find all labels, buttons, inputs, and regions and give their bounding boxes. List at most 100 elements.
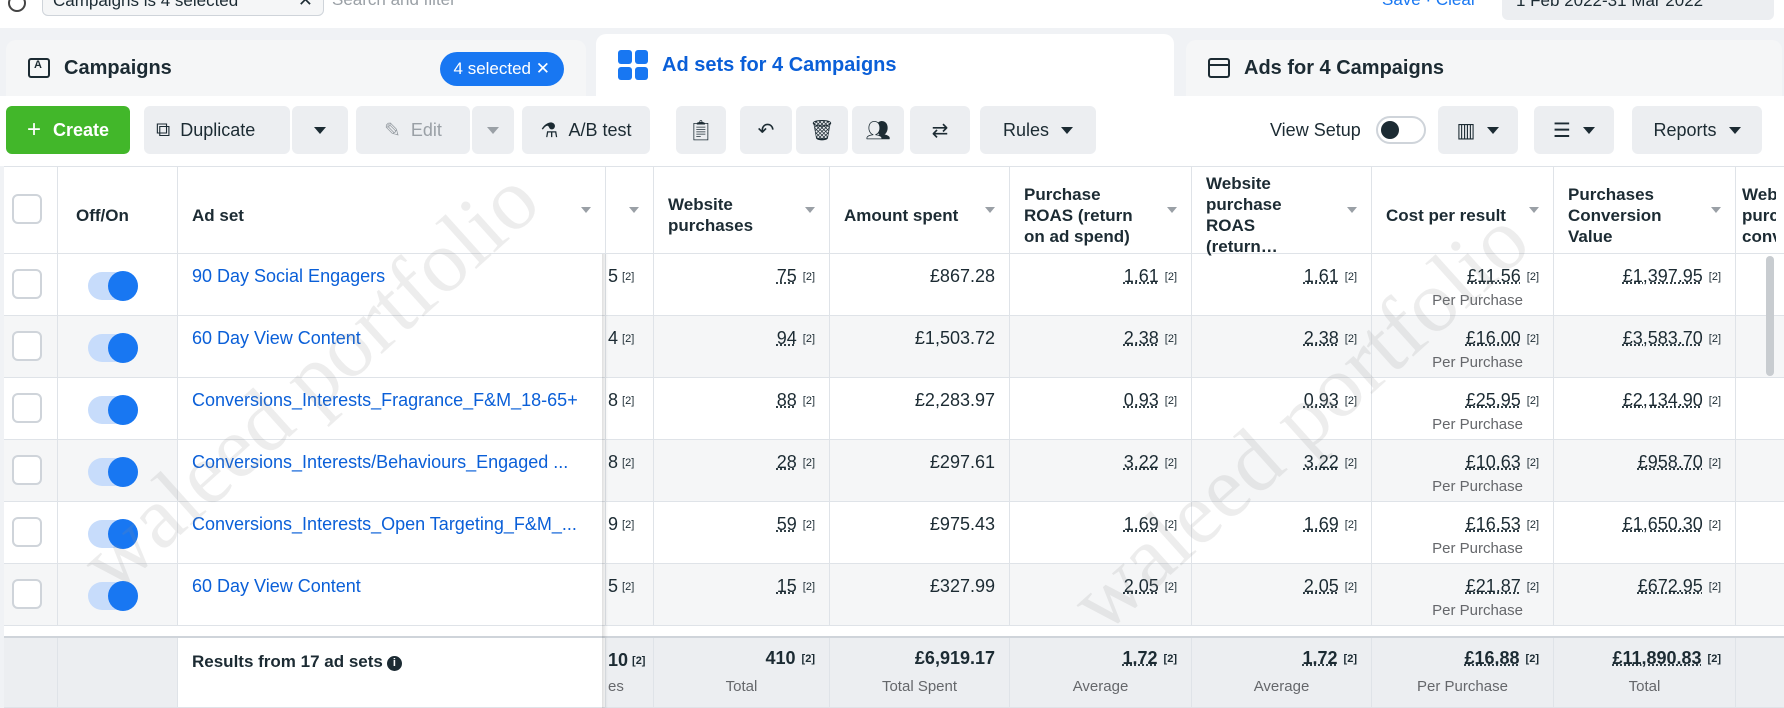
select-all-checkbox[interactable]: [12, 194, 42, 224]
adset-name-link[interactable]: 60 Day View Content: [192, 576, 602, 597]
adset-name-link[interactable]: 90 Day Social Engagers: [192, 266, 602, 287]
duplicate-button[interactable]: ⧉ Duplicate: [144, 106, 290, 154]
row-cpr-cell: £16.00 [2] Per Purchase: [1372, 316, 1554, 377]
row-partial-right-cell: [1736, 502, 1784, 563]
tab-adsets[interactable]: Ad sets for 4 Campaigns: [596, 34, 1174, 96]
table-row[interactable]: Conversions_Interests_Open Targeting_F&M…: [4, 502, 1784, 564]
ref-marker: [2]: [1164, 333, 1177, 345]
sort-icon[interactable]: [1167, 207, 1177, 213]
sort-icon[interactable]: [1347, 207, 1357, 213]
reports-button[interactable]: Reports: [1632, 106, 1762, 154]
adset-on-toggle[interactable]: [88, 519, 138, 549]
col-purchase-roas[interactable]: Purchase ROAS (return on ad spend): [1010, 167, 1192, 253]
ref-marker: [2]: [1164, 271, 1177, 283]
view-setup-toggle[interactable]: [1376, 116, 1426, 144]
col-hidden[interactable]: [606, 167, 654, 253]
duplicate-dropdown-button[interactable]: [292, 106, 348, 154]
date-range-picker[interactable]: 1 Feb 2022-31 Mar 2022: [1502, 0, 1774, 20]
ref-marker: [2]: [1526, 519, 1539, 531]
audience-button[interactable]: 👥︎: [852, 106, 904, 154]
undo-button[interactable]: ↶: [740, 106, 792, 154]
col-website-purchase-roas[interactable]: Website purchase ROAS (return…: [1192, 167, 1372, 256]
col-ad-set[interactable]: Ad set: [178, 167, 606, 253]
row-conv-value-cell: £3,583.70 [2]: [1554, 316, 1736, 377]
adset-on-toggle[interactable]: [88, 581, 138, 611]
table-header: Off/On Ad set Website purchases Amount s…: [4, 166, 1784, 256]
col-website-purchases[interactable]: Website purchases: [654, 167, 830, 253]
adset-on-toggle[interactable]: [88, 271, 138, 301]
table-row[interactable]: Conversions_Interests/Behaviours_Engaged…: [4, 440, 1784, 502]
row-web-roas-value: 3.22: [1303, 452, 1339, 472]
ref-marker: [2]: [1344, 581, 1357, 593]
save-clear-link[interactable]: Save · Clear: [1382, 0, 1476, 10]
row-conv-value: £2,134.90: [1622, 390, 1703, 410]
tab-campaigns[interactable]: Campaigns 4 selected ✕: [6, 40, 586, 96]
table-row[interactable]: Conversions_Interests_Fragrance_F&M_18-6…: [4, 378, 1784, 440]
grid-icon: [618, 50, 648, 80]
edit-dropdown-button[interactable]: [472, 106, 514, 154]
tab-ads[interactable]: Ads for 4 Campaigns: [1186, 40, 1782, 96]
col-partial-right[interactable]: Web purc conv: [1736, 167, 1784, 253]
adset-name-link[interactable]: 60 Day View Content: [192, 328, 602, 349]
plus-icon: +: [26, 116, 41, 143]
edit-button[interactable]: ✎ Edit: [356, 106, 470, 154]
row-web-roas-value: 0.93: [1303, 390, 1339, 410]
row-checkbox[interactable]: [12, 517, 42, 547]
create-button[interactable]: + Create: [6, 106, 130, 154]
clipboard-button[interactable]: 📋︎: [676, 106, 726, 154]
ref-marker: [2]: [622, 519, 635, 531]
trash-icon: 🗑︎: [809, 119, 835, 142]
vertical-scrollbar[interactable]: [1766, 256, 1774, 376]
filter-chip[interactable]: Campaigns is 4 selected ✕: [42, 0, 324, 16]
ref-marker: [2]: [802, 519, 815, 531]
col-off-on-label: Off/On: [76, 205, 129, 225]
close-icon[interactable]: ✕: [298, 0, 313, 11]
row-web-roas-cell: 2.05 [2]: [1192, 564, 1372, 625]
adset-on-toggle[interactable]: [88, 395, 138, 425]
adset-name-link[interactable]: Conversions_Interests/Behaviours_Engaged…: [192, 452, 602, 473]
row-select-cell: [4, 440, 58, 501]
row-conv-value-cell: £1,650.30 [2]: [1554, 502, 1736, 563]
col-cost-per-result[interactable]: Cost per result: [1372, 167, 1554, 253]
row-name-cell: 90 Day Social Engagers: [178, 254, 606, 315]
adset-name-link[interactable]: Conversions_Interests_Fragrance_F&M_18-6…: [192, 390, 602, 411]
table-row[interactable]: 60 Day View Content 5 [2] 15 [2] £327.99 2.05[…: [4, 564, 1784, 626]
selected-count-badge[interactable]: 4 selected ✕: [439, 52, 564, 86]
adset-name-link[interactable]: Conversions_Interests_Open Targeting_F&M…: [192, 514, 602, 535]
row-checkbox[interactable]: [12, 579, 42, 609]
people-icon: 👥︎: [865, 119, 891, 142]
sort-icon[interactable]: [805, 207, 815, 213]
row-checkbox[interactable]: [12, 393, 42, 423]
search-icon[interactable]: [8, 0, 26, 12]
ab-test-button[interactable]: ⚗ A/B test: [522, 106, 650, 154]
sort-icon[interactable]: [1711, 207, 1721, 213]
rules-button[interactable]: Rules: [980, 106, 1096, 154]
export-button[interactable]: ⇄: [910, 106, 970, 154]
breakdown-button[interactable]: ☰: [1534, 106, 1614, 154]
search-input[interactable]: Search and filter: [332, 0, 456, 10]
ref-marker: [2]: [802, 457, 815, 469]
delete-button[interactable]: 🗑︎: [796, 106, 848, 154]
row-checkbox[interactable]: [12, 455, 42, 485]
reports-label: Reports: [1653, 119, 1717, 140]
col-purchases-conversion-value[interactable]: Purchases Conversion Value: [1554, 167, 1736, 253]
table-row[interactable]: 90 Day Social Engagers 5 [2] 75 [2] £867.28 1.…: [4, 254, 1784, 316]
row-checkbox[interactable]: [12, 331, 42, 361]
col-website-purchases-label: Website purchases: [668, 195, 754, 235]
sort-icon[interactable]: [629, 207, 639, 213]
sort-icon[interactable]: [985, 207, 995, 213]
adset-on-toggle[interactable]: [88, 333, 138, 363]
col-amount-spent[interactable]: Amount spent: [830, 167, 1010, 253]
row-spent-value: £327.99: [929, 576, 995, 596]
sort-icon[interactable]: [581, 207, 591, 213]
sort-icon[interactable]: [1529, 207, 1539, 213]
close-icon[interactable]: ✕: [536, 59, 550, 78]
row-purchases-cell: 15 [2]: [654, 564, 830, 625]
ref-marker: [2]: [1163, 653, 1177, 665]
ref-marker: [2]: [622, 581, 635, 593]
columns-button[interactable]: ▥: [1438, 106, 1518, 154]
info-icon[interactable]: i: [386, 656, 402, 671]
table-row[interactable]: 60 Day View Content 4 [2] 94 [2] £1,503.72 2.3…: [4, 316, 1784, 378]
adset-on-toggle[interactable]: [88, 457, 138, 487]
row-checkbox[interactable]: [12, 269, 42, 299]
